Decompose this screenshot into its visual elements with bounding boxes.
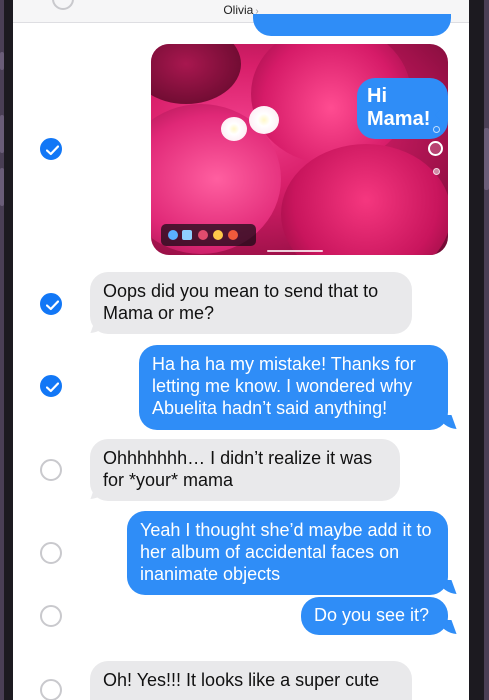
previous-outgoing-bubble (253, 14, 451, 36)
photo-handle (267, 250, 323, 252)
text-icon (182, 230, 192, 240)
select-circle-message[interactable] (40, 459, 62, 481)
photo-control-dot (433, 168, 440, 175)
incoming-message-bubble[interactable]: Ohhhhhhh… I didn’t realize it was for *y… (90, 439, 400, 501)
volume-up-button (0, 115, 4, 153)
message-text: Do you see it? (314, 605, 430, 625)
outgoing-message-bubble[interactable]: Yeah I thought she’d maybe add it to her… (127, 511, 448, 595)
select-circle-message[interactable] (40, 542, 62, 564)
effects-icon (168, 230, 178, 240)
power-button (484, 128, 489, 190)
flower-petal (151, 44, 241, 104)
outgoing-message-bubble[interactable]: Do you see it? (301, 597, 448, 635)
select-circle-message[interactable] (40, 679, 62, 700)
select-circle-message[interactable] (40, 605, 62, 627)
white-flower (221, 117, 247, 141)
select-circle-message[interactable] (40, 375, 62, 397)
volume-down-button (0, 168, 4, 206)
shutter-icon (428, 141, 443, 156)
message-text: Ohhhhhhh… I didn’t realize it was for *y… (103, 448, 373, 490)
device-frame-right-edge (484, 0, 489, 700)
contact-name: Olivia (223, 3, 254, 17)
side-button (0, 52, 4, 70)
select-circle-photo[interactable] (40, 138, 62, 160)
camera-effects-toolbar (161, 224, 256, 246)
message-text: Oops did you mean to send that to Mama o… (103, 281, 379, 323)
white-flower (249, 106, 279, 134)
photo-control-dot (433, 126, 440, 133)
shape-icon (198, 230, 208, 240)
photo-message[interactable]: Hi Mama! (151, 44, 448, 255)
incoming-message-bubble[interactable]: Oh! Yes!!! It looks like a super cute (90, 661, 412, 700)
memoji-icon (213, 230, 223, 240)
device-frame-left-edge (0, 0, 4, 700)
outgoing-message-bubble[interactable]: Ha ha ha my mistake! Thanks for letting … (139, 345, 448, 430)
sticker-icon (228, 230, 238, 240)
checkmark-icon (46, 382, 59, 393)
messages-screen: Olivia › Hi Mama! Oops did you mean to s… (13, 0, 469, 700)
incoming-message-bubble[interactable]: Oops did you mean to send that to Mama o… (90, 272, 412, 334)
message-text: Oh! Yes!!! It looks like a super cute (103, 670, 380, 690)
message-text: Yeah I thought she’d maybe add it to her… (140, 520, 432, 584)
select-circle-message[interactable] (40, 293, 62, 315)
checkmark-icon (46, 300, 59, 311)
checkmark-icon (46, 145, 59, 156)
message-text: Ha ha ha my mistake! Thanks for letting … (152, 354, 416, 418)
